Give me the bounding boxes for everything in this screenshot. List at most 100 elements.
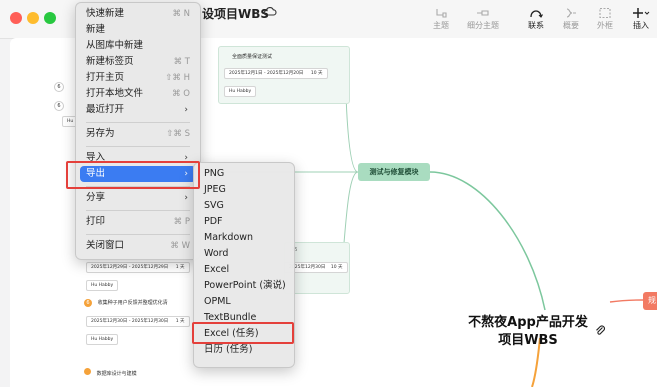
insert-icon xyxy=(628,6,654,20)
menu-item-label: 打开主页 xyxy=(86,72,125,83)
toolbar-summary[interactable]: 概要 xyxy=(559,6,583,31)
menu-item-label: 快速新建 xyxy=(86,8,125,19)
toolbar-topic[interactable]: 主题 xyxy=(428,6,454,31)
menu-item-label: 打开本地文件 xyxy=(86,88,144,99)
menu-separator xyxy=(86,234,190,235)
menu-item-label: 从图库中新建 xyxy=(86,40,144,51)
export-png[interactable]: PNG xyxy=(194,166,294,182)
task-feedback-title: 收集种子用户反馈并整理优化清 xyxy=(97,300,168,306)
menu-separator xyxy=(86,210,190,211)
attachment-icon[interactable] xyxy=(594,323,606,341)
topic-icon xyxy=(428,6,454,20)
toolbar-topic-label: 主题 xyxy=(433,21,449,30)
toolbar-boundary[interactable]: 外框 xyxy=(593,6,617,31)
menu-item-label: 另存为 xyxy=(86,128,115,139)
left-badge-a: 6 xyxy=(54,82,64,92)
task-db[interactable]: 数据库设计与建模 xyxy=(84,368,137,377)
task-top-days: 10 天 xyxy=(310,71,323,76)
task-top-date-text: 2025年12月1日 - 2025年12月20日 xyxy=(229,71,304,76)
feedback-badge: 6 xyxy=(84,299,92,307)
task-mid-days-b: 10 天 xyxy=(330,265,343,270)
menu-item-shortcut: ⌘ N xyxy=(172,9,190,19)
toolbar-insert-label: 插入 xyxy=(633,21,649,30)
left-badge-b: 6 xyxy=(54,101,64,111)
left-owner-text: Hu xyxy=(67,119,74,124)
task-top-date: 2025年12月1日 - 2025年12月20日 10 天 xyxy=(224,68,328,79)
export-pdf[interactable]: PDF xyxy=(194,214,294,230)
export-excel[interactable]: Excel xyxy=(194,262,294,278)
export-word[interactable]: Word xyxy=(194,246,294,262)
task-feedback-date: 2025年12月30日 - 2025年12月30日 1 天 xyxy=(86,316,190,327)
menu-item-share[interactable]: 分享 › xyxy=(76,190,200,206)
toolbar-relationship-label: 联系 xyxy=(528,21,544,30)
menu-item-shortcut: ⇧⌘ S xyxy=(166,129,190,139)
menu-item-quick-new[interactable]: 快速新建 ⌘ N xyxy=(76,6,200,22)
menu-item-label: 最近打开 xyxy=(86,104,125,115)
menu-item-label: 分享 xyxy=(86,192,106,203)
export-opml[interactable]: OPML xyxy=(194,294,294,310)
menu-item-open-local[interactable]: 打开本地文件 ⌘ O xyxy=(76,86,200,102)
task-mid-date-a-text: 2025年12月29日 - 2025年12月29日 xyxy=(91,265,169,270)
cloud-icon xyxy=(263,4,277,22)
task-mid-days-a: 1 天 xyxy=(175,265,185,270)
toolbar-subtopic[interactable]: 细分主题 xyxy=(463,6,503,31)
branch-test-module[interactable]: 测试与修复模块 xyxy=(358,163,430,181)
chevron-right-icon: › xyxy=(184,193,188,203)
toolbar-relationship[interactable]: 联系 xyxy=(524,6,548,31)
menu-item-recent[interactable]: 最近打开 › xyxy=(76,102,200,118)
toolbar-subtopic-label: 细分主题 xyxy=(467,21,499,30)
central-topic[interactable]: 不熬夜App产品开发 项目WBS xyxy=(462,314,594,350)
toolbar-insert[interactable]: 插入 xyxy=(628,6,654,31)
central-topic-line1: 不熬夜App产品开发 xyxy=(468,315,588,330)
menu-item-open-home[interactable]: 打开主页 ⇧⌘ H xyxy=(76,70,200,86)
menu-item-print[interactable]: 打印 ⌘ P xyxy=(76,214,200,230)
menu-item-close-window[interactable]: 关闭窗口 ⌘ W xyxy=(76,238,200,254)
menu-item-new-from-gallery[interactable]: 从图库中新建 xyxy=(76,38,200,54)
menu-item-shortcut: ⌘ T xyxy=(173,57,190,67)
close-window-button[interactable] xyxy=(10,12,22,24)
file-menu: 快速新建 ⌘ N 新建 从图库中新建 新建标签页 ⌘ T 打开主页 ⇧⌘ H 打… xyxy=(75,2,201,260)
task-feedback-days: 1 天 xyxy=(175,319,185,324)
export-calendar-tasks[interactable]: 日历 (任务) xyxy=(194,342,294,358)
annotation-box-excel-tasks xyxy=(192,322,294,344)
menu-item-shortcut: ⌘ P xyxy=(173,217,190,227)
task-top-owner: Hu Habby xyxy=(224,86,257,97)
export-jpeg[interactable]: JPEG xyxy=(194,182,294,198)
branch-red[interactable]: 规 xyxy=(643,292,657,310)
menu-item-label: 打印 xyxy=(86,216,106,227)
menu-item-save-as[interactable]: 另存为 ⇧⌘ S xyxy=(76,126,200,142)
chevron-down-icon[interactable]: ⌄ xyxy=(252,6,260,17)
menu-item-new[interactable]: 新建 xyxy=(76,22,200,38)
annotation-box-export xyxy=(66,161,200,189)
summary-icon xyxy=(559,6,583,20)
zoom-window-button[interactable] xyxy=(44,12,56,24)
task-mid-owner-text: Hu Habby xyxy=(91,283,114,288)
task-db-dot xyxy=(84,368,91,375)
menu-separator xyxy=(86,122,190,123)
export-markdown[interactable]: Markdown xyxy=(194,230,294,246)
boundary-icon xyxy=(593,6,617,20)
task-mid-date-a: 2025年12月29日 - 2025年12月29日 1 天 xyxy=(86,262,190,273)
menu-item-shortcut: ⌘ O xyxy=(172,89,190,99)
menu-item-label: 新建标签页 xyxy=(86,56,134,67)
central-topic-line2: 项目WBS xyxy=(498,333,558,348)
subtopic-icon xyxy=(463,6,503,20)
export-svg[interactable]: SVG xyxy=(194,198,294,214)
export-powerpoint[interactable]: PowerPoint (演说) xyxy=(194,278,294,294)
task-feedback-owner: Hu Habby xyxy=(86,334,119,345)
task-feedback-owner-text: Hu Habby xyxy=(91,337,114,342)
toolbar-boundary-label: 外框 xyxy=(597,21,613,30)
task-feedback-date-text: 2025年12月30日 - 2025年12月30日 xyxy=(91,319,169,324)
task-db-title: 数据库设计与建模 xyxy=(96,371,137,377)
task-top-owner-text: Hu Habby xyxy=(229,89,252,94)
toolbar-summary-label: 概要 xyxy=(563,21,579,30)
task-top-title: 全面质量保证测试 xyxy=(232,54,273,60)
menu-item-shortcut: ⌘ W xyxy=(170,241,190,251)
menu-item-label: 关闭窗口 xyxy=(86,240,125,251)
menu-item-shortcut: ⇧⌘ H xyxy=(165,73,190,83)
minimize-window-button[interactable] xyxy=(27,12,39,24)
menu-item-new-tab[interactable]: 新建标签页 ⌘ T xyxy=(76,54,200,70)
task-feedback[interactable]: 6 收集种子用户反馈并整理优化清 xyxy=(84,299,168,307)
menu-separator xyxy=(86,146,190,147)
chevron-right-icon: › xyxy=(184,105,188,115)
